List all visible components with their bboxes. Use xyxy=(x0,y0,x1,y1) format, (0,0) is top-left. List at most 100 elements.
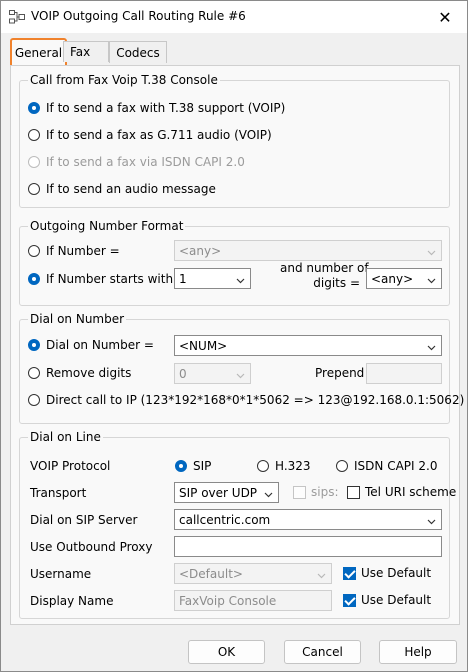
username-label: Username xyxy=(30,567,92,581)
radio-g711[interactable]: If to send a fax as G.711 audio (VOIP) xyxy=(28,128,272,142)
radio-label: If to send a fax via ISDN CAPI 2.0 xyxy=(46,155,245,169)
checkbox[interactable] xyxy=(293,485,306,499)
digits-label-line2: digits = xyxy=(313,276,360,290)
chevron-down-icon xyxy=(427,341,436,351)
dial-on-number-title: Dial on Number xyxy=(28,312,127,326)
display-name-label: Display Name xyxy=(30,594,114,608)
radio-label: If Number starts with xyxy=(46,272,174,286)
ok-button[interactable]: OK xyxy=(188,640,265,664)
checkbox[interactable] xyxy=(343,566,356,580)
radio-button[interactable] xyxy=(336,460,348,472)
tel-uri-checkbox[interactable]: Tel URI scheme xyxy=(347,485,456,499)
transport-combo[interactable]: SIP over UDP xyxy=(174,482,279,503)
radio-isdn-capi-protocol[interactable]: ISDN CAPI 2.0 xyxy=(336,459,437,473)
dial-on-line-group: Dial on Line VOIP Protocol SIP H.323 ISD… xyxy=(19,430,456,619)
dial-on-line-title: Dial on Line xyxy=(28,430,103,444)
radio-audio-message[interactable]: If to send an audio message xyxy=(28,182,216,196)
username-combo[interactable]: <Default> xyxy=(174,563,332,584)
radio-button[interactable] xyxy=(28,129,40,141)
dialog-window: VOIP Outgoing Call Routing Rule #6 ✕ Gen… xyxy=(0,0,468,672)
tab-strip: General Fax Codecs xyxy=(1,33,467,68)
digits-label-line1: and number of xyxy=(280,261,369,275)
checkbox[interactable] xyxy=(347,485,360,499)
combo-value: SIP over UDP xyxy=(179,485,258,500)
checkbox[interactable] xyxy=(343,593,356,607)
phone-network-icon xyxy=(9,10,25,24)
tab-general[interactable]: General xyxy=(10,38,67,68)
radio-if-number[interactable]: If Number = xyxy=(28,244,120,258)
chevron-down-icon xyxy=(236,274,245,284)
call-from-group: Call from Fax Voip T.38 Console If to se… xyxy=(19,73,450,208)
checkbox-label: Tel URI scheme xyxy=(365,485,457,499)
transport-label: Transport xyxy=(30,486,87,500)
call-from-title: Call from Fax Voip T.38 Console xyxy=(28,73,220,87)
number-format-group: Outgoing Number Format If Number = <any>… xyxy=(19,219,450,306)
radio-button[interactable] xyxy=(28,339,40,351)
outbound-proxy-input[interactable] xyxy=(174,536,442,557)
radio-label: If Number = xyxy=(46,244,120,258)
combo-value: 0 xyxy=(179,366,187,381)
radio-button[interactable] xyxy=(28,273,40,285)
close-icon: ✕ xyxy=(438,7,452,27)
checkbox-label: sips: xyxy=(311,485,339,499)
radio-button[interactable] xyxy=(28,183,40,195)
dial-on-number-group: Dial on Number Dial on Number = <NUM> Re… xyxy=(19,312,464,424)
radio-button[interactable] xyxy=(28,394,40,406)
radio-t38[interactable]: If to send a fax with T.38 support (VOIP… xyxy=(28,101,285,115)
number-format-title: Outgoing Number Format xyxy=(28,219,186,233)
if-number-combo[interactable]: <any> xyxy=(174,240,442,261)
display-name-use-default-checkbox[interactable]: Use Default xyxy=(343,593,431,607)
sips-checkbox[interactable]: sips: xyxy=(293,485,339,499)
help-button[interactable]: Help xyxy=(379,640,457,664)
radio-button[interactable] xyxy=(28,245,40,257)
checkbox-label: Use Default xyxy=(361,593,432,607)
dial-on-number-combo[interactable]: <NUM> xyxy=(174,335,442,356)
radio-label: SIP xyxy=(193,459,212,473)
general-tab-panel: Call from Fax Voip T.38 Console If to se… xyxy=(10,65,464,625)
radio-h323[interactable]: H.323 xyxy=(257,459,311,473)
radio-remove-digits[interactable]: Remove digits xyxy=(28,366,131,380)
display-name-input[interactable]: FaxVoip Console xyxy=(174,590,332,611)
radio-sip[interactable]: SIP xyxy=(175,459,211,473)
radio-button[interactable] xyxy=(175,460,187,472)
chevron-down-icon xyxy=(264,488,273,498)
starts-with-combo[interactable]: 1 xyxy=(174,268,251,289)
tab-fax[interactable]: Fax xyxy=(63,41,109,62)
radio-button[interactable] xyxy=(28,156,40,168)
sip-server-combo[interactable]: callcentric.com xyxy=(174,509,442,530)
close-button[interactable]: ✕ xyxy=(423,1,467,33)
combo-value: 1 xyxy=(179,271,187,286)
radio-button[interactable] xyxy=(28,102,40,114)
title-bar: VOIP Outgoing Call Routing Rule #6 ✕ xyxy=(1,1,467,33)
chevron-down-icon xyxy=(427,246,436,256)
radio-button[interactable] xyxy=(28,367,40,379)
combo-value: <any> xyxy=(371,271,414,286)
remove-digits-combo[interactable]: 0 xyxy=(174,363,251,384)
window-title: VOIP Outgoing Call Routing Rule #6 xyxy=(31,9,246,23)
radio-label: Direct call to IP (123*192*168*0*1*5062 … xyxy=(46,393,465,407)
prepend-input[interactable] xyxy=(366,363,442,384)
cancel-button[interactable]: Cancel xyxy=(284,640,361,664)
chevron-down-icon xyxy=(427,274,436,284)
radio-label: ISDN CAPI 2.0 xyxy=(354,459,438,473)
sip-server-label: Dial on SIP Server xyxy=(30,513,138,527)
chevron-down-icon xyxy=(236,369,245,379)
digits-combo[interactable]: <any> xyxy=(366,268,442,289)
checkbox-label: Use Default xyxy=(361,566,432,580)
outbound-proxy-label: Use Outbound Proxy xyxy=(30,540,153,554)
radio-starts-with[interactable]: If Number starts with xyxy=(28,272,173,286)
radio-label: Remove digits xyxy=(46,366,132,380)
chevron-down-icon xyxy=(427,515,436,525)
voip-protocol-label: VOIP Protocol xyxy=(30,459,111,473)
chevron-down-icon xyxy=(317,569,326,579)
radio-label: H.323 xyxy=(275,459,311,473)
radio-dial-on-number[interactable]: Dial on Number = xyxy=(28,338,154,352)
tab-codecs[interactable]: Codecs xyxy=(109,41,167,63)
combo-value: <NUM> xyxy=(179,338,228,353)
radio-button[interactable] xyxy=(257,460,269,472)
radio-label: If to send a fax with T.38 support (VOIP… xyxy=(46,101,286,115)
prepend-label: Prepend xyxy=(315,366,365,380)
radio-isdn-capi[interactable]: If to send a fax via ISDN CAPI 2.0 xyxy=(28,155,245,169)
username-use-default-checkbox[interactable]: Use Default xyxy=(343,566,431,580)
radio-direct-call-ip[interactable]: Direct call to IP (123*192*168*0*1*5062 … xyxy=(28,393,464,407)
